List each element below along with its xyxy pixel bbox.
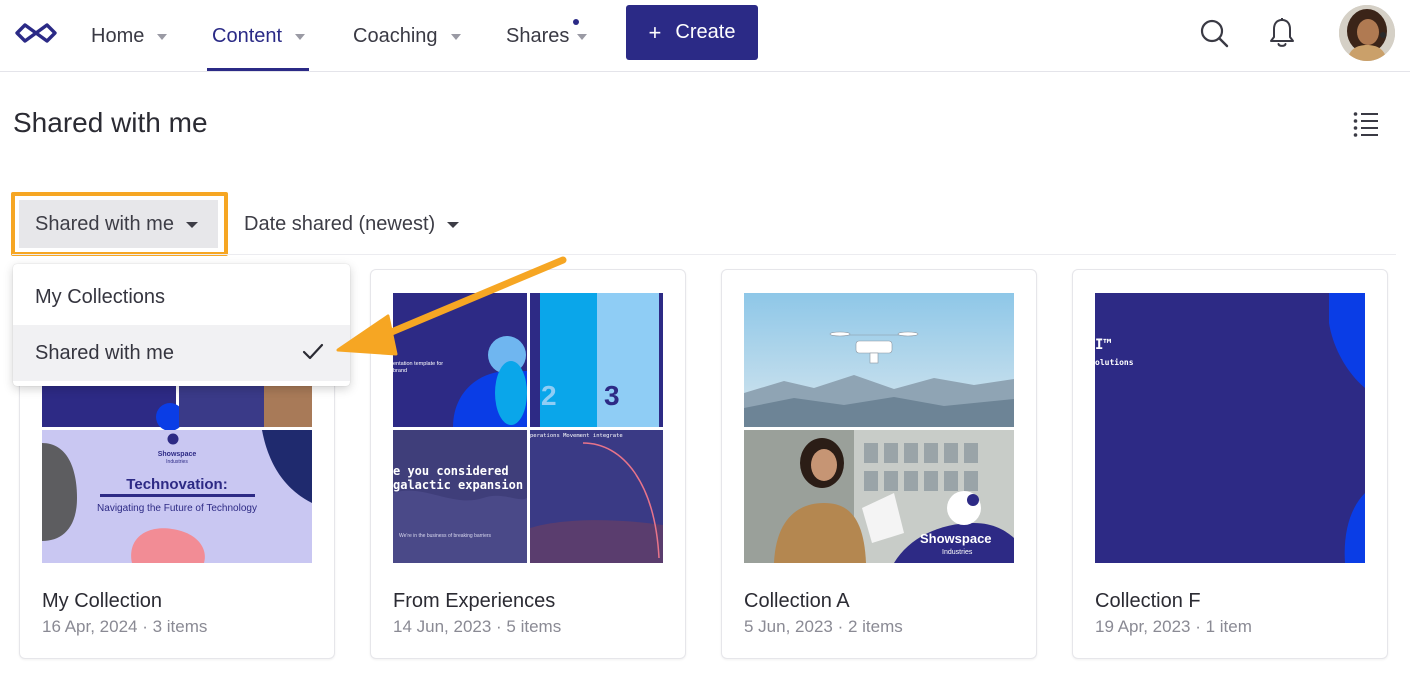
thumb-text: entation template for — [393, 361, 444, 367]
thumb-subheadline: Navigating the Future of Technology — [97, 503, 257, 514]
thumb-brand-sub: Industries — [942, 549, 973, 556]
card-meta: 19 Apr, 2023 · 1 item — [1095, 617, 1252, 636]
scope-filter-label: Shared with me — [35, 212, 174, 235]
card-meta: 5 Jun, 2023 · 2 items — [744, 617, 903, 636]
chevron-down-icon — [450, 34, 461, 40]
scope-filter-dropdown[interactable]: Shared with me — [19, 200, 218, 248]
list-view-icon[interactable] — [1352, 110, 1380, 138]
collection-card[interactable]: Showspace Industries Collection A 5 Jun,… — [721, 269, 1037, 659]
thumb-text: galactic expansion — [393, 478, 524, 492]
menu-item-label: Shared with me — [35, 341, 174, 364]
chevron-down-icon — [295, 34, 306, 40]
nav-shares-label: Shares — [506, 24, 570, 47]
scope-dropdown-menu: My Collections Shared with me — [13, 264, 350, 386]
thumb-text: olutions — [1095, 358, 1134, 367]
divider — [12, 254, 1396, 255]
menu-item-my-collections[interactable]: My Collections — [13, 269, 350, 325]
nav-coaching[interactable]: Coaching — [353, 0, 461, 72]
search-icon[interactable] — [1199, 18, 1229, 48]
card-title: Collection F — [1095, 590, 1201, 612]
card-thumbnail: entation template for brand 2 3 e you co… — [393, 293, 663, 563]
thumb-brand: Showspace — [920, 531, 992, 546]
chevron-down-icon — [577, 34, 588, 40]
plus-icon: + — [648, 19, 662, 45]
thumb-text: brand — [393, 368, 408, 374]
sort-label: Date shared (newest) — [244, 212, 436, 235]
card-meta: 14 Jun, 2023 · 5 items — [393, 617, 562, 636]
infinity-logo-icon[interactable] — [12, 18, 60, 48]
menu-item-shared-with-me[interactable]: Shared with me — [13, 325, 350, 381]
top-navigation-bar: Home Content Coaching Shares + Create — [0, 0, 1410, 72]
thumb-brand-sub: Industries — [166, 459, 188, 465]
nav-coaching-label: Coaching — [353, 24, 438, 47]
page-title: Shared with me — [13, 107, 208, 138]
notification-dot — [573, 19, 579, 25]
active-tab-indicator — [207, 68, 309, 71]
nav-shares[interactable]: Shares — [506, 0, 588, 72]
nav-home[interactable]: Home — [91, 0, 168, 72]
card-title: From Experiences — [393, 590, 556, 612]
thumb-headline: Technovation: — [126, 476, 228, 493]
avatar[interactable] — [1339, 5, 1395, 61]
nav-content-label: Content — [212, 24, 283, 47]
thumb-text: e you considered — [393, 464, 509, 478]
thumb-text: We're in the business of breaking barrie… — [399, 533, 492, 539]
thumb-number: 2 — [541, 380, 557, 411]
create-button[interactable]: + Create — [626, 5, 758, 60]
card-meta: 16 Apr, 2024 · 3 items — [42, 617, 208, 636]
collection-card[interactable]: entation template for brand 2 3 e you co… — [370, 269, 686, 659]
card-title: Collection A — [744, 590, 850, 612]
card-thumbnail: I™ olutions — [1095, 293, 1365, 563]
caret-down-icon — [185, 222, 198, 228]
nav-content[interactable]: Content — [212, 0, 306, 72]
chevron-down-icon — [157, 34, 168, 40]
checkmark-icon — [302, 343, 324, 360]
collection-card[interactable]: I™ olutions Collection F 19 Apr, 2023 · … — [1072, 269, 1388, 659]
card-title: My Collection — [42, 590, 163, 612]
card-thumbnail: Showspace Industries — [744, 293, 1014, 563]
thumb-brand: Showspace — [157, 451, 197, 458]
menu-item-label: My Collections — [35, 285, 166, 308]
caret-down-icon — [447, 222, 460, 228]
create-button-label: Create — [675, 21, 736, 43]
thumb-text: I™ — [1095, 337, 1112, 353]
bell-icon[interactable] — [1268, 17, 1296, 49]
sort-dropdown[interactable]: Date shared (newest) — [244, 200, 460, 248]
thumb-number: 3 — [604, 380, 620, 411]
thumb-rule — [100, 494, 255, 497]
thumb-text: perations Movement integrate — [530, 433, 623, 439]
nav-home-label: Home — [91, 24, 145, 47]
